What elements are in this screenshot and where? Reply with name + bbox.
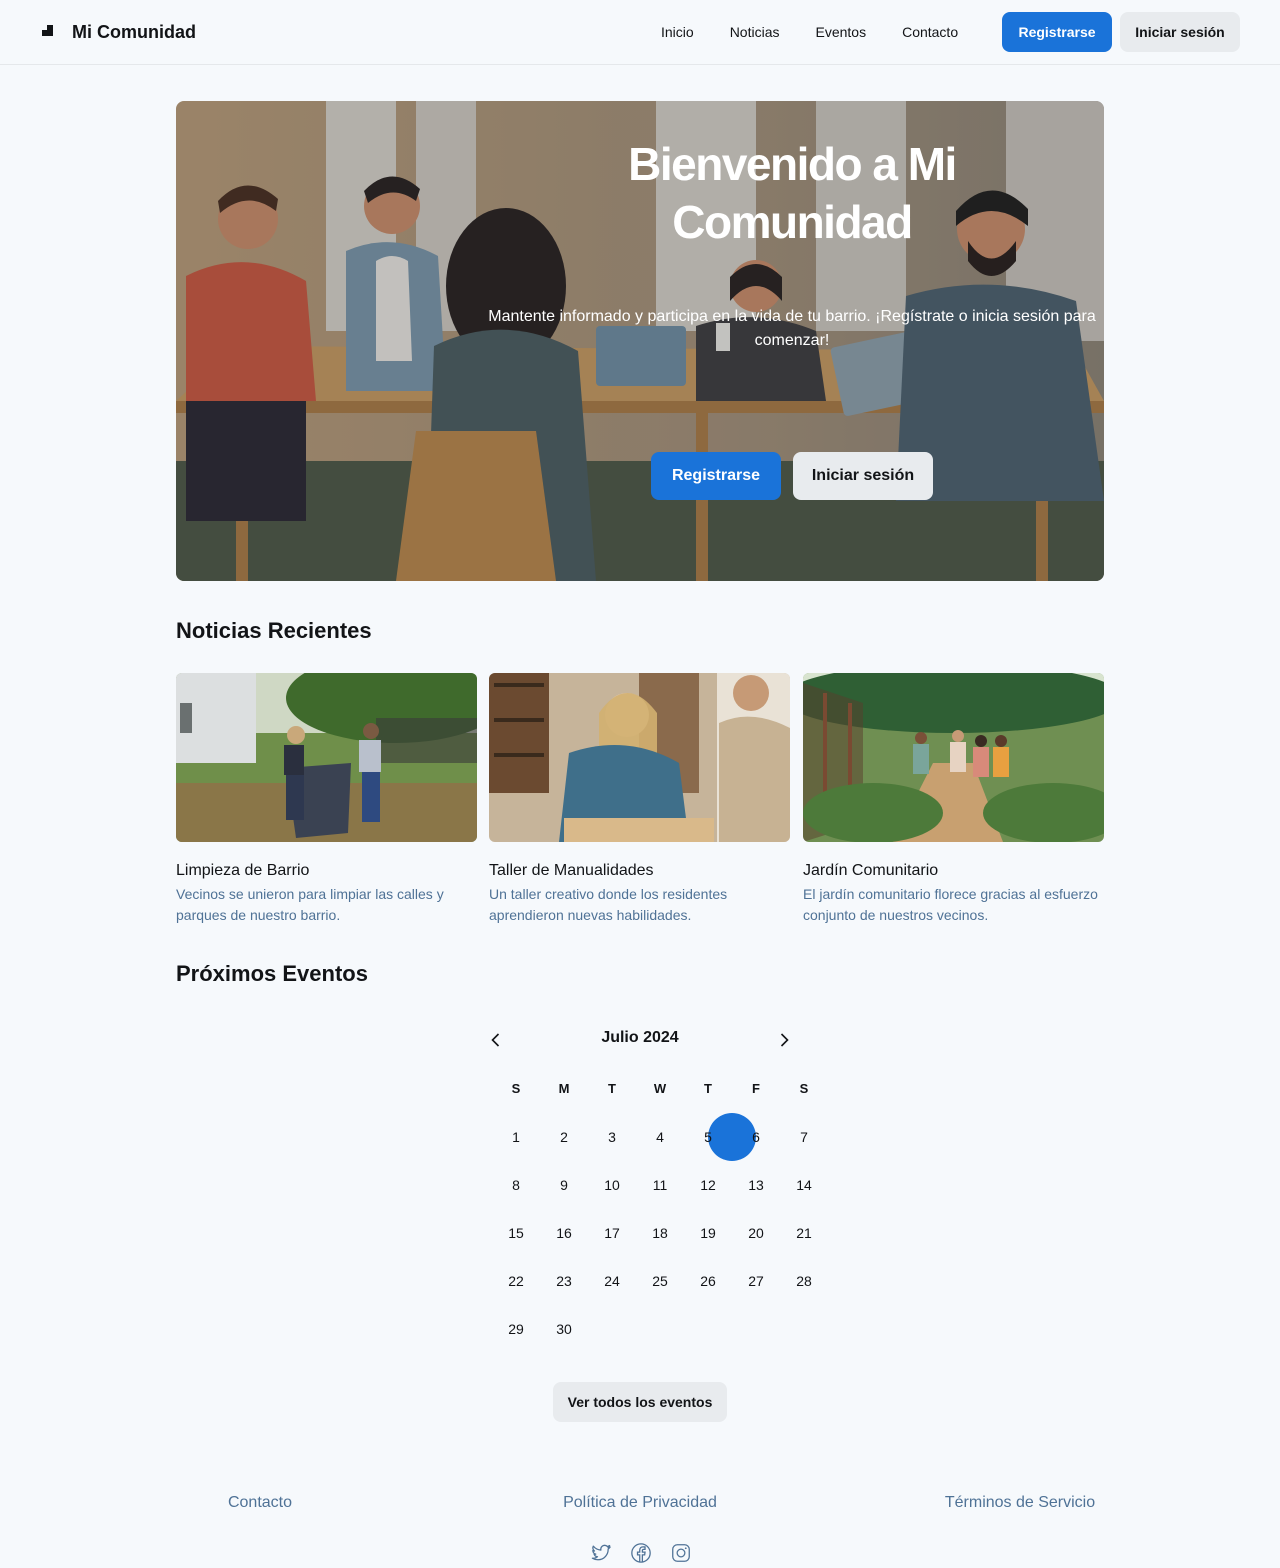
header-register-button[interactable]: Registrarse	[1002, 12, 1112, 52]
calendar-day[interactable]: 27	[732, 1257, 780, 1305]
calendar-day[interactable]: 9	[540, 1161, 588, 1209]
hero-login-button[interactable]: Iniciar sesión	[793, 452, 933, 500]
news-description: Un taller creativo donde los residentes …	[489, 886, 728, 923]
calendar-day[interactable]: 3	[588, 1113, 636, 1161]
footer-link-terminos[interactable]: Términos de Servicio	[910, 1494, 1130, 1512]
events-calendar: Julio 2024 S M T W T F S 1 2 3 4 5 6 7 8 9 10 11 12 13 14 15 1…	[480, 1022, 816, 1337]
calendar-header: Julio 2024	[480, 1022, 816, 1058]
calendar-day[interactable]: 15	[492, 1209, 540, 1257]
news-image-garden	[803, 673, 1104, 842]
calendar-day[interactable]: 25	[636, 1257, 684, 1305]
nav-contacto[interactable]: Contacto	[902, 20, 958, 44]
nav-inicio[interactable]: Inicio	[661, 20, 694, 44]
instagram-icon[interactable]	[670, 1542, 692, 1564]
main-nav: Inicio Noticias Eventos Contacto	[643, 20, 976, 44]
calendar-day[interactable]: 28	[780, 1257, 828, 1305]
calendar-day[interactable]: 18	[636, 1209, 684, 1257]
calendar-day[interactable]: 16	[540, 1209, 588, 1257]
hero-title: Bienvenido a Mi Comunidad	[628, 138, 957, 248]
news-description: Vecinos se unieron para limpiar las call…	[176, 886, 444, 923]
calendar-day[interactable]: 4	[636, 1113, 684, 1161]
calendar-day[interactable]: 30	[540, 1305, 588, 1353]
calendar-weekday: M	[558, 1081, 570, 1096]
calendar-month: Julio 2024	[601, 1029, 679, 1046]
calendar-day[interactable]: 1	[492, 1113, 540, 1161]
news-title: Limpieza de Barrio	[176, 862, 310, 879]
calendar-day[interactable]: 29	[492, 1305, 540, 1353]
news-description: El jardín comunitario florece gracias al…	[803, 886, 1098, 923]
hero-register-button[interactable]: Registrarse	[651, 452, 781, 500]
calendar-day[interactable]: 24	[588, 1257, 636, 1305]
calendar-day[interactable]: 14	[780, 1161, 828, 1209]
header-login-button[interactable]: Iniciar sesión	[1120, 12, 1240, 52]
calendar-weekday: S	[511, 1081, 521, 1096]
news-title: Jardín Comunitario	[803, 862, 939, 879]
calendar-day[interactable]: 10	[588, 1161, 636, 1209]
news-card[interactable]: Taller de Manualidades Un taller creativ…	[489, 673, 790, 926]
view-all-events-button[interactable]: Ver todos los eventos	[553, 1382, 727, 1422]
calendar-weekday: W	[653, 1081, 667, 1096]
calendar-day[interactable]: 2	[540, 1113, 588, 1161]
social-links	[590, 1542, 710, 1564]
calendar-day[interactable]: 22	[492, 1257, 540, 1305]
calendar-day-selected[interactable]: 5	[684, 1113, 732, 1161]
news-image-workshop	[489, 673, 790, 842]
calendar-day[interactable]: 19	[684, 1209, 732, 1257]
calendar-day[interactable]: 26	[684, 1257, 732, 1305]
site-header: Mi Comunidad Inicio Noticias Eventos Con…	[0, 0, 1280, 65]
calendar-day[interactable]: 20	[732, 1209, 780, 1257]
calendar-day[interactable]: 7	[780, 1113, 828, 1161]
brand[interactable]: Mi Comunidad	[40, 20, 196, 44]
news-image-cleanup	[176, 673, 477, 842]
calendar-day[interactable]: 23	[540, 1257, 588, 1305]
calendar-day[interactable]: 11	[636, 1161, 684, 1209]
calendar-day[interactable]: 17	[588, 1209, 636, 1257]
footer-link-contacto[interactable]: Contacto	[150, 1494, 370, 1512]
events-section-title: Próximos Eventos	[176, 961, 368, 986]
calendar-day[interactable]: 13	[732, 1161, 780, 1209]
calendar-weekday: T	[704, 1081, 712, 1096]
chevron-right-icon[interactable]	[774, 1030, 794, 1050]
calendar-weekday: T	[608, 1081, 616, 1096]
news-card[interactable]: Jardín Comunitario El jardín comunitario…	[803, 673, 1104, 926]
logo-icon	[40, 24, 56, 40]
calendar-weekday: S	[799, 1081, 809, 1096]
hero-subtitle: Mantente informado y participa en la vid…	[488, 308, 1096, 349]
nav-noticias[interactable]: Noticias	[730, 20, 780, 44]
news-card[interactable]: Limpieza de Barrio Vecinos se unieron pa…	[176, 673, 477, 926]
twitter-icon[interactable]	[590, 1542, 612, 1564]
calendar-weekday: F	[752, 1081, 760, 1096]
footer-link-privacidad[interactable]: Política de Privacidad	[530, 1494, 750, 1512]
nav-eventos[interactable]: Eventos	[815, 20, 866, 44]
calendar-day[interactable]: 21	[780, 1209, 828, 1257]
hero-banner: Bienvenido a Mi Comunidad Mantente infor…	[176, 101, 1104, 581]
calendar-day[interactable]: 12	[684, 1161, 732, 1209]
news-section-title: Noticias Recientes	[176, 618, 372, 643]
brand-name: Mi Comunidad	[72, 22, 196, 42]
facebook-icon[interactable]	[630, 1542, 652, 1564]
news-title: Taller de Manualidades	[489, 862, 654, 879]
calendar-day[interactable]: 8	[492, 1161, 540, 1209]
calendar-day[interactable]: 6	[732, 1113, 780, 1161]
